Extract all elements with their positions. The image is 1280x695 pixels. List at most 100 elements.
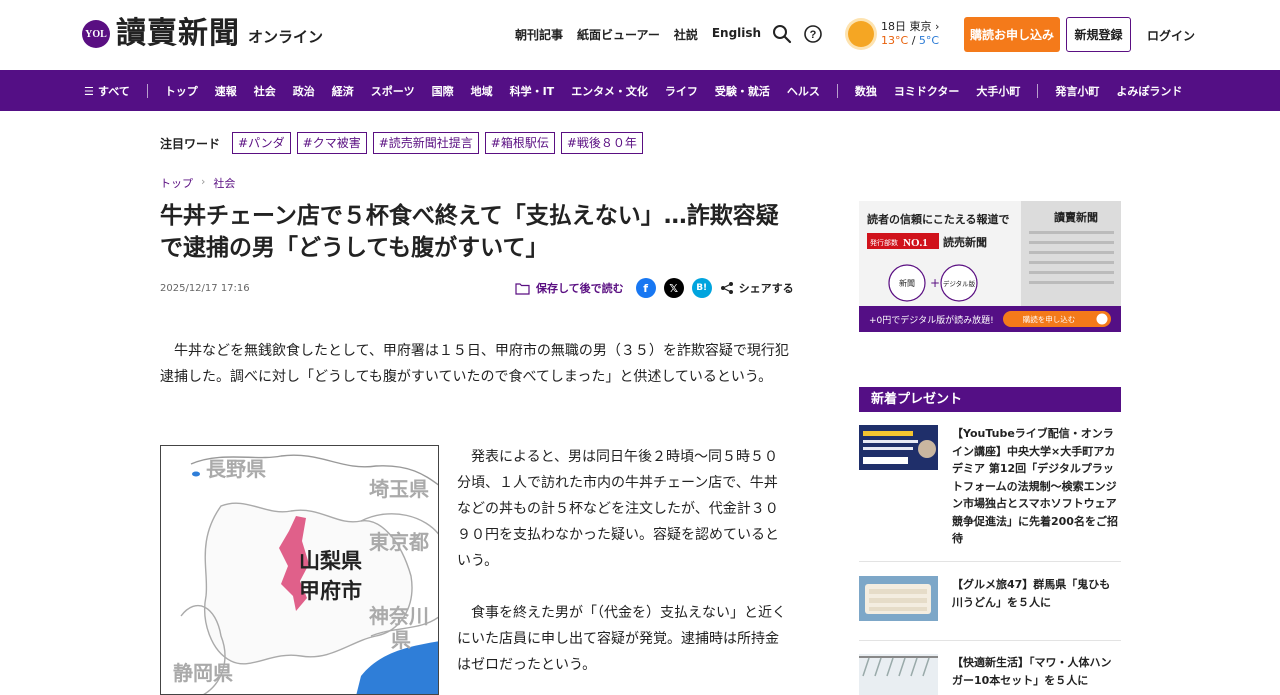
ad-headline: 読者の信頼にこたえる報道で xyxy=(867,212,1009,226)
nav-divider xyxy=(836,83,838,98)
attention-words: 注目ワード #パンダ #クマ被害 #読売新聞社提言 #箱根駅伝 #戦後８０年 xyxy=(160,132,643,154)
nav-life[interactable]: ライフ xyxy=(665,83,698,99)
nav-sports[interactable]: スポーツ xyxy=(371,83,415,99)
article-title: 牛丼チェーン店で５杯食べ終えて「支払えない」…詐欺容疑で逮捕の男「どうしても腹が… xyxy=(160,203,779,261)
subscribe-button[interactable]: 購読お申し込み xyxy=(964,17,1060,52)
map-label-nagano: 長野県 xyxy=(206,458,266,481)
logo-online: オンライン xyxy=(248,27,324,46)
attention-label: 注目ワード xyxy=(160,136,221,151)
weather-widget[interactable]: 18日 東京 › 13°C / 5°C xyxy=(848,20,939,47)
subscription-ad[interactable]: 読者の信頼にこたえる報道で 讀賣新聞 発行部数 NO.1 読売新聞 新聞 + デ… xyxy=(859,201,1121,332)
location-map: 長野県 埼玉県 東京都 山梨県 甲府市 神奈川 県 静岡県 xyxy=(160,445,439,695)
nav-sudoku[interactable]: 数独 xyxy=(855,83,877,99)
nav-local[interactable]: 地域 xyxy=(471,83,493,99)
breadcrumb-society[interactable]: 社会 xyxy=(213,175,235,191)
nav-editorial[interactable]: 社説 xyxy=(674,26,698,43)
weather-low: 5°C xyxy=(918,34,940,47)
nav-society[interactable]: 社会 xyxy=(254,83,276,99)
nav-english[interactable]: English xyxy=(712,26,761,43)
map-graphic: 長野県 埼玉県 東京都 山梨県 甲府市 神奈川 県 静岡県 xyxy=(161,446,438,694)
chevron-right-icon: › xyxy=(935,20,940,33)
present-item[interactable]: 【グルメ旅47】群馬県「鬼ひも川うどん」を５人に xyxy=(859,576,1121,621)
present-thumbnail xyxy=(859,576,938,621)
nav-economy[interactable]: 経済 xyxy=(332,83,354,99)
yol-badge: YOL xyxy=(82,20,110,48)
article-body: 発表によると、男は同日午後２時頃～同５時５０分頃、１人で訪れた市内の牛丼チェーン… xyxy=(457,444,790,695)
share-button[interactable]: シェアする xyxy=(720,280,794,296)
present-title: 【グルメ旅47】群馬県「鬼ひも川うどん」を５人に xyxy=(952,578,1111,609)
hatena-bookmark-icon[interactable]: B! xyxy=(691,278,712,298)
chevron-right-icon: › xyxy=(201,175,206,188)
save-label: 保存して後で読む xyxy=(536,282,624,295)
nav-breaking[interactable]: 速報 xyxy=(215,83,237,99)
ad-brand: 讀賣新聞 xyxy=(1054,210,1098,224)
nav-health[interactable]: ヘルス xyxy=(787,83,820,99)
weather-date-city: 18日 東京 xyxy=(881,20,932,33)
nav-hatsugen-komachi[interactable]: 発言小町 xyxy=(1055,83,1099,99)
nav-morning-edition[interactable]: 朝刊記事 xyxy=(515,26,563,43)
breadcrumb-top[interactable]: トップ xyxy=(160,175,193,191)
article-date: 2025/12/17 17:16 xyxy=(160,283,250,294)
x-icon[interactable]: 𝕏 xyxy=(663,278,684,298)
save-for-later-button[interactable]: 保存して後で読む xyxy=(515,280,624,296)
ad-badge-pre: 発行部数 xyxy=(870,238,898,247)
map-label-yamanashi: 山梨県 xyxy=(299,550,362,573)
register-button[interactable]: 新規登録 xyxy=(1066,17,1131,52)
nav-yomipo-land[interactable]: よみぽランド xyxy=(1116,83,1182,99)
nav-entertainment[interactable]: エンタメ・文化 xyxy=(571,83,648,99)
map-label-kofu: 甲府市 xyxy=(299,579,362,603)
tag-proposal[interactable]: #読売新聞社提言 xyxy=(372,132,479,154)
ad-circle-digital: デジタル版 xyxy=(943,279,976,288)
nav-science-it[interactable]: 科学・IT xyxy=(510,83,555,99)
share-bar: 保存して後で読む f 𝕏 B! シェアする xyxy=(515,278,794,298)
site-logo[interactable]: YOL 讀賣新聞 オンライン xyxy=(82,17,323,51)
map-label-tokyo: 東京都 xyxy=(369,530,429,554)
search-icon[interactable] xyxy=(772,24,792,44)
nav-exam-job[interactable]: 受験・就活 xyxy=(715,83,770,99)
map-label-kanagawa: 神奈川 xyxy=(369,604,429,628)
ad-badge: NO.1 xyxy=(903,237,928,249)
ad-badge-post: 読売新聞 xyxy=(943,235,987,249)
help-icon[interactable]: ? xyxy=(803,24,823,44)
tag-hakone[interactable]: #箱根駅伝 xyxy=(484,132,555,154)
nav-international[interactable]: 国際 xyxy=(432,83,454,99)
divider xyxy=(859,561,1121,562)
weather-sep: / xyxy=(911,34,916,47)
tag-panda[interactable]: #パンダ xyxy=(232,132,291,154)
nav-politics[interactable]: 政治 xyxy=(293,83,315,99)
login-link[interactable]: ログイン xyxy=(1147,27,1195,44)
nav-divider xyxy=(146,83,148,98)
nav-all[interactable]: ☰ すべて xyxy=(84,83,130,99)
article-paragraph: 食事を終えた男が「（代金を）支払えない」と近くにいた店員に申し出て容疑が発覚。逮… xyxy=(457,605,786,673)
tag-bear[interactable]: #クマ被害 xyxy=(296,132,367,154)
ad-graphic: 読者の信頼にこたえる報道で 讀賣新聞 発行部数 NO.1 読売新聞 新聞 + デ… xyxy=(859,201,1121,332)
logo-wordmark: 讀賣新聞 xyxy=(116,16,240,51)
present-title: 【快適新生活】「マワ・人体ハンガー10本セット」を５人に xyxy=(952,656,1112,687)
section-title-presents: 新着プレゼント xyxy=(859,387,1121,412)
present-item[interactable]: 【YouTubeライブ配信・オンライン講座】中央大学×大手町アカデミア 第12回… xyxy=(859,425,1121,548)
tag-postwar[interactable]: #戦後８０年 xyxy=(560,132,643,154)
nav-top[interactable]: トップ xyxy=(165,83,198,99)
ad-plus: + xyxy=(930,276,940,290)
weather-high: 13°C xyxy=(881,34,909,47)
share-icon xyxy=(720,282,733,294)
ad-footer-text: +0円でデジタル版が読み放題! xyxy=(869,314,994,326)
site-header: YOL 讀賣新聞 オンライン 朝刊記事 紙面ビューアー 社説 English ?… xyxy=(0,0,1280,70)
breadcrumb: トップ › 社会 xyxy=(160,175,235,191)
article-lead: 牛丼などを無銭飲食したとして、甲府署は１５日、甲府市の無職の男（３５）を詐欺容疑… xyxy=(160,343,789,385)
present-title: 【YouTubeライブ配信・オンライン講座】中央大学×大手町アカデミア 第12回… xyxy=(952,427,1118,545)
folder-icon xyxy=(515,282,530,295)
nav-paper-viewer[interactable]: 紙面ビューアー xyxy=(577,26,660,43)
ad-footer-button: 購読を申し込む xyxy=(1023,314,1076,324)
main-nav: ☰ すべて トップ 速報 社会 政治 経済 スポーツ 国際 地域 科学・IT エン… xyxy=(0,70,1280,111)
share-label: シェアする xyxy=(738,282,794,295)
nav-yomidr[interactable]: ヨミドクター xyxy=(894,83,960,99)
divider xyxy=(859,640,1121,641)
facebook-icon[interactable]: f xyxy=(635,278,656,298)
map-label-saitama: 埼玉県 xyxy=(369,477,429,501)
nav-komachi[interactable]: 大手小町 xyxy=(976,83,1020,99)
present-thumbnail xyxy=(859,425,938,470)
menu-icon: ☰ xyxy=(84,84,94,98)
article-paragraph: 発表によると、男は同日午後２時頃～同５時５０分頃、１人で訪れた市内の牛丼チェーン… xyxy=(457,449,779,569)
present-item[interactable]: 【快適新生活】「マワ・人体ハンガー10本セット」を５人に xyxy=(859,654,1121,695)
